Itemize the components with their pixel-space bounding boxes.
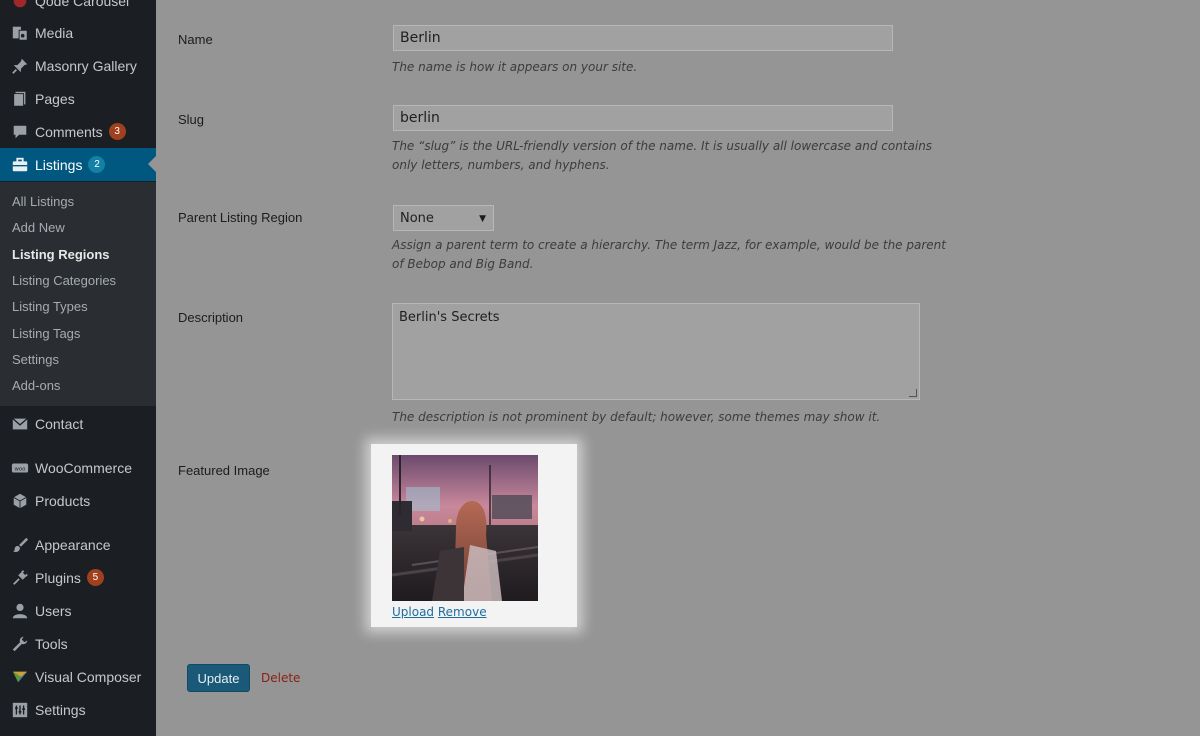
submenu-item-add-ons[interactable]: Add-ons xyxy=(12,378,60,393)
sidebar-item-label: Products xyxy=(35,492,91,509)
media-icon xyxy=(0,24,36,42)
sidebar-item-label: Plugins xyxy=(35,569,81,586)
submenu-item-all-listings[interactable]: All Listings xyxy=(12,194,74,209)
sidebar-item-visual-composer[interactable]: Visual Composer xyxy=(0,660,156,693)
slug-hint: The “slug” is the URL-friendly version o… xyxy=(392,139,933,172)
svg-text:woo: woo xyxy=(15,466,26,472)
woo-icon: woo xyxy=(0,459,36,477)
sidebar-item-media[interactable]: Media xyxy=(0,16,156,49)
listings-count-badge: 2 xyxy=(88,156,106,173)
box-icon xyxy=(0,492,36,510)
sidebar-item-qode-carousel[interactable]: Qode Carousel xyxy=(0,0,156,17)
sidebar-item-pages[interactable]: Pages xyxy=(0,82,156,115)
submenu-item-add-new[interactable]: Add New xyxy=(12,220,65,235)
slug-field[interactable]: berlin xyxy=(393,105,893,131)
upload-image-link[interactable]: Upload xyxy=(392,605,434,619)
delete-link[interactable]: Delete xyxy=(261,671,300,685)
plug-icon xyxy=(0,569,36,587)
sidebar-item-listings[interactable]: Listings 2 xyxy=(0,148,156,181)
sidebar-item-plugins[interactable]: Plugins 5 xyxy=(0,561,156,594)
slug-label: Slug xyxy=(178,112,205,127)
submenu-item-listing-types[interactable]: Listing Types xyxy=(12,299,88,314)
sidebar-item-comments[interactable]: Comments 3 xyxy=(0,115,156,148)
sidebar-item-settings[interactable]: Settings xyxy=(0,693,156,726)
sidebar-item-label: Comments xyxy=(35,123,103,140)
update-button[interactable]: Update xyxy=(187,664,250,692)
sidebar-item-label: Tools xyxy=(35,635,68,652)
parent-region-selected: None xyxy=(400,210,434,226)
description-label: Description xyxy=(178,310,244,325)
settings-icon xyxy=(0,701,36,719)
sidebar-item-label: Users xyxy=(35,602,72,619)
sidebar-item-appearance[interactable]: Appearance xyxy=(0,528,156,561)
user-icon xyxy=(0,602,36,620)
sidebar-item-label: Appearance xyxy=(35,536,111,553)
sidebar-item-label: Contact xyxy=(35,415,84,432)
sidebar-item-label: Media xyxy=(35,24,74,41)
description-text: Berlin's Secrets xyxy=(399,310,500,325)
sidebar-item-contact[interactable]: Contact xyxy=(0,407,156,440)
parent-region-select[interactable]: None ▼ xyxy=(393,205,494,231)
vc-icon xyxy=(0,668,36,686)
mail-icon xyxy=(0,415,36,433)
featured-image-panel: Upload Remove xyxy=(371,444,577,627)
admin-sidebar: Qode Carousel Media Masonry Gallery Page… xyxy=(0,0,156,736)
remove-image-link[interactable]: Remove xyxy=(438,605,487,619)
name-field[interactable]: Berlin xyxy=(393,25,893,51)
sidebar-item-label: Qode Carousel xyxy=(35,0,130,9)
listings-submenu: All Listings Add New Listing Regions Lis… xyxy=(0,182,156,406)
sidebar-item-users[interactable]: Users xyxy=(0,594,156,627)
sidebar-item-woocommerce[interactable]: woo WooCommerce xyxy=(0,451,156,484)
sidebar-item-label: Pages xyxy=(35,90,75,107)
submenu-item-listing-regions[interactable]: Listing Regions xyxy=(12,247,110,262)
carousel-icon xyxy=(0,0,36,10)
sidebar-item-label: Masonry Gallery xyxy=(35,57,137,74)
name-hint: The name is how it appears on your site. xyxy=(392,60,638,74)
resize-handle-icon[interactable] xyxy=(909,389,917,397)
dropdown-arrow-icon: ▼ xyxy=(479,214,486,224)
plugins-update-badge: 5 xyxy=(86,569,104,586)
featured-image-actions: Upload Remove xyxy=(392,605,487,619)
description-hint: The description is not prominent by defa… xyxy=(392,410,881,424)
featured-image-label: Featured Image xyxy=(178,463,270,478)
brush-icon xyxy=(0,536,36,554)
comments-icon xyxy=(0,123,36,141)
parent-region-label: Parent Listing Region xyxy=(178,210,303,225)
sidebar-item-label: WooCommerce xyxy=(35,459,132,476)
sidebar-item-masonry-gallery[interactable]: Masonry Gallery xyxy=(0,49,156,82)
submenu-item-listing-categories[interactable]: Listing Categories xyxy=(12,273,116,288)
submenu-item-settings[interactable]: Settings xyxy=(12,352,59,367)
submenu-item-listing-tags[interactable]: Listing Tags xyxy=(12,326,80,341)
featured-image-thumbnail xyxy=(392,455,538,601)
sidebar-item-label: Settings xyxy=(35,701,86,718)
sidebar-item-products[interactable]: Products xyxy=(0,484,156,517)
comments-count-badge: 3 xyxy=(108,123,126,140)
sidebar-item-tools[interactable]: Tools xyxy=(0,627,156,660)
wrench-icon xyxy=(0,635,36,653)
pin-icon xyxy=(0,57,36,75)
description-textarea[interactable]: Berlin's Secrets xyxy=(392,303,920,400)
sidebar-item-label: Visual Composer xyxy=(35,668,142,685)
briefcase-icon xyxy=(0,156,36,174)
name-label: Name xyxy=(178,32,213,47)
sidebar-item-label: Listings xyxy=(35,156,83,173)
parent-region-hint: Assign a parent term to create a hierarc… xyxy=(392,238,946,271)
pages-icon xyxy=(0,90,36,108)
